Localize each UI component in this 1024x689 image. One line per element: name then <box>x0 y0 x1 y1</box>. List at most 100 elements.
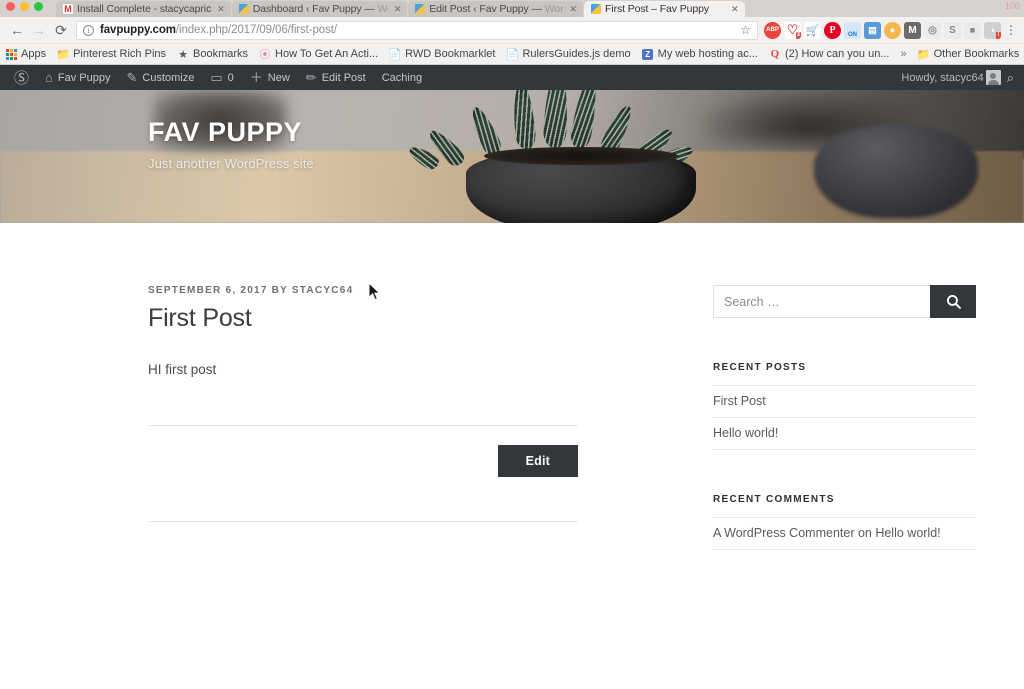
plus-icon: ＋ <box>249 70 263 85</box>
edit-button[interactable]: Edit <box>497 445 578 478</box>
tab-title: First Post – Fav Puppy <box>605 3 710 15</box>
url-path: /index.php/2017/09/06/first-post/ <box>175 24 337 36</box>
notification-badge: ! <box>996 31 1001 39</box>
heart-icon[interactable]: ♡ 3 <box>784 21 801 39</box>
heart-badge: 3 <box>795 31 801 39</box>
bookmark-rwd-bookmarklet[interactable]: 📄 RWD Bookmarklet <box>388 48 496 61</box>
folder-icon: 📁 <box>916 48 931 61</box>
search-input[interactable] <box>713 285 930 318</box>
bookmark-my-web-hosting[interactable]: Z My web hosting ac... <box>642 48 758 60</box>
bookmark-rulersguides-demo[interactable]: 📄 RulersGuides.js demo <box>505 48 631 61</box>
admin-bar-new[interactable]: ＋ New <box>242 65 298 90</box>
close-icon[interactable]: ✕ <box>731 4 739 15</box>
page-icon: 📄 <box>505 48 520 61</box>
primary-content: SEPTEMBER 6, 2017 BY STACYC64 First Post… <box>148 285 578 550</box>
bookmark-how-can-you-un[interactable]: Q (2) How can you un... <box>769 48 890 60</box>
close-window-button[interactable] <box>6 2 15 11</box>
bookmark-label: Other Bookmarks <box>933 48 1020 60</box>
wordpress-icon <box>591 4 602 14</box>
bookmark-label: How To Get An Acti... <box>275 48 379 60</box>
close-icon[interactable]: ✕ <box>217 4 225 15</box>
bookmark-apps[interactable]: Apps <box>5 48 46 60</box>
list-item[interactable]: Hello world! <box>713 418 976 450</box>
bookmark-label: My web hosting ac... <box>657 48 758 60</box>
close-icon[interactable]: ✕ <box>569 4 577 15</box>
search-form <box>713 285 976 318</box>
recent-comments-list: A WordPress Commenter on Hello world! <box>713 517 976 550</box>
notification-icon[interactable]: ◑! <box>984 21 1001 39</box>
close-icon[interactable]: ✕ <box>394 4 402 15</box>
admin-bar-label: Fav Puppy <box>57 71 111 84</box>
bookmarks-overflow-icon[interactable]: » <box>901 48 907 60</box>
quora-icon: Q <box>770 48 780 60</box>
house-icon: ⌂ <box>45 70 53 85</box>
cart-icon[interactable]: 🛒 <box>804 21 821 39</box>
adblock-icon[interactable]: ABP <box>764 21 781 39</box>
recent-posts-list: First Post Hello world! <box>713 385 976 450</box>
browser-window: Install Complete - stacycapric ✕ Dashboa… <box>0 0 1024 689</box>
admin-bar-label: Customize <box>142 71 195 84</box>
site-title[interactable]: FAV PUPPY <box>148 117 314 148</box>
admin-bar-account-area[interactable]: Howdy, stacyc64 ⌕ <box>901 70 1018 86</box>
post-article: SEPTEMBER 6, 2017 BY STACYC64 First Post… <box>148 285 578 523</box>
admin-bar-customize[interactable]: ✎ Customize <box>118 65 202 90</box>
bookmark-label: (2) How can you un... <box>784 48 890 60</box>
skype-icon[interactable]: S <box>944 21 961 39</box>
browser-tab-3[interactable]: Edit Post ‹ Fav Puppy — Wor ✕ <box>408 1 584 17</box>
admin-bar-comments[interactable]: ▭ 0 <box>202 65 241 90</box>
post-meta: SEPTEMBER 6, 2017 BY STACYC64 <box>148 285 354 296</box>
maximize-window-button[interactable] <box>34 2 43 11</box>
mailtrack-icon[interactable]: M <box>904 21 921 39</box>
folder-icon: 📁 <box>56 48 70 61</box>
avatar <box>985 70 1001 85</box>
list-item[interactable]: First Post <box>713 385 976 418</box>
chrome-menu-icon[interactable]: ⋮ <box>1004 24 1018 36</box>
site-header: FAV PUPPY Just another WordPress site <box>0 90 1024 223</box>
edit-row: Edit <box>148 426 578 478</box>
paintbrush-icon: ✎ <box>126 70 138 85</box>
recent-post-link[interactable]: Hello world! <box>713 426 778 440</box>
window-traffic-lights[interactable] <box>6 2 43 11</box>
admin-bar-edit-post[interactable]: ✏ Edit Post <box>298 65 374 90</box>
wordpress-icon <box>415 4 426 14</box>
bookmark-how-to-get-an-active[interactable]: ⦿ How To Get An Acti... <box>259 46 379 62</box>
recent-post-link[interactable]: First Post <box>713 394 766 408</box>
list-item[interactable]: A WordPress Commenter on Hello world! <box>713 517 976 550</box>
browser-tab-4-active[interactable]: First Post – Fav Puppy ✕ <box>584 1 745 17</box>
pinterest-icon[interactable]: P <box>824 21 841 39</box>
minimize-window-button[interactable] <box>20 2 29 11</box>
browser-tab-2[interactable]: Dashboard ‹ Fav Puppy — Wo ✕ <box>231 1 408 17</box>
wordpress-icon <box>238 4 249 14</box>
search-icon[interactable]: ⌕ <box>1003 70 1014 86</box>
bookmark-bookmarks[interactable]: ★ Bookmarks <box>177 48 248 61</box>
bookmark-other-bookmarks[interactable]: 📁 Other Bookmarks <box>916 48 1020 61</box>
admin-bar-caching[interactable]: Caching <box>374 65 430 90</box>
wp-logo-menu[interactable]: Ⓢ <box>6 65 37 90</box>
tab-list: Install Complete - stacycapric ✕ Dashboa… <box>56 1 746 17</box>
address-bar[interactable]: i favpuppy.com /index.php/2017/09/06/fir… <box>76 20 758 40</box>
forward-icon[interactable]: → <box>28 19 50 41</box>
browser-tab-1[interactable]: Install Complete - stacycapric ✕ <box>56 1 231 17</box>
browser-toolbar: ← → ⟳ i favpuppy.com /index.php/2017/09/… <box>0 17 1024 44</box>
camera-icon[interactable]: ◎ <box>924 21 941 39</box>
tab-title: Edit Post ‹ Fav Puppy — Wor <box>429 3 564 15</box>
cookie-icon[interactable]: ● <box>884 21 901 39</box>
tab-strip: Install Complete - stacycapric ✕ Dashboa… <box>0 0 1024 17</box>
blue-tab-icon[interactable]: ▤ <box>864 21 881 39</box>
wordpress-logo-icon: Ⓢ <box>14 70 30 87</box>
printer-on-icon[interactable]: ON <box>844 21 861 39</box>
bookmarks-bar-right: » 📁 Other Bookmarks <box>901 48 1020 61</box>
back-icon[interactable]: ← <box>6 19 28 41</box>
page-info-icon[interactable]: i <box>83 24 94 36</box>
admin-bar-comment-count: 0 <box>227 71 234 84</box>
bookmark-pinterest-rich-pins[interactable]: 📁 Pinterest Rich Pins <box>56 48 166 61</box>
lastpass-icon[interactable]: ■ <box>964 21 981 39</box>
admin-bar-site-name[interactable]: ⌂ Fav Puppy <box>37 65 118 90</box>
bookmark-label: RWD Bookmarklet <box>405 48 496 60</box>
search-submit-button[interactable] <box>930 285 976 318</box>
apps-grid-icon <box>5 48 17 60</box>
background-pot <box>814 124 978 218</box>
bookmark-star-icon[interactable]: ☆ <box>740 23 751 37</box>
recent-comment-text[interactable]: A WordPress Commenter on Hello world! <box>713 526 941 540</box>
reload-icon[interactable]: ⟳ <box>50 19 72 41</box>
